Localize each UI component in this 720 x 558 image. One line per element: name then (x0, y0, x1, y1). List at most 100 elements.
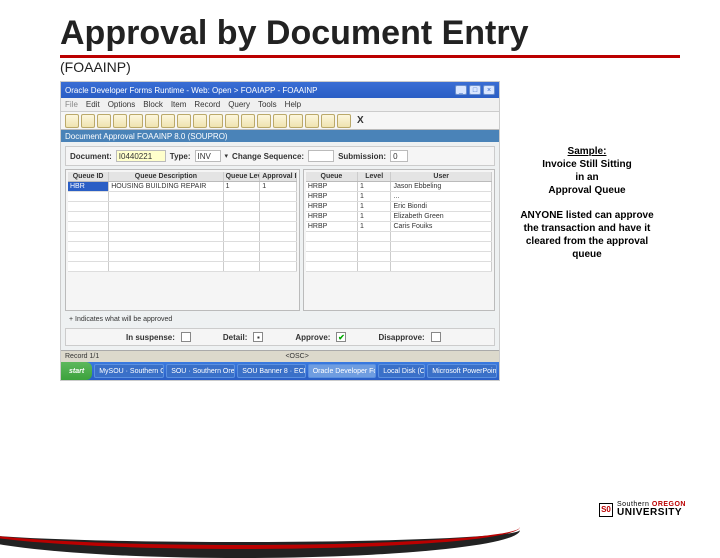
change-seq-field[interactable] (308, 150, 334, 162)
toolbar-icon[interactable] (321, 114, 335, 128)
logo-bottom: UNIVERSITY (617, 508, 686, 518)
toolbar-icon[interactable] (209, 114, 223, 128)
submission-field[interactable]: 0 (390, 150, 408, 162)
col-queue-desc: Queue Description (109, 172, 223, 181)
col-user: User (391, 172, 492, 181)
menu-item[interactable]: Item (171, 100, 187, 109)
toolbar-close-icon[interactable]: X (357, 115, 364, 126)
cell: HRBP (306, 202, 358, 211)
toolbar-icon[interactable] (337, 114, 351, 128)
col-queue-level: Queue Level (224, 172, 261, 181)
toolbar-icon[interactable] (241, 114, 255, 128)
suspense-label: In suspense: (126, 333, 175, 342)
toolbar-icon[interactable] (177, 114, 191, 128)
document-label: Document: (70, 152, 112, 161)
disapprove-checkbox[interactable] (431, 332, 441, 342)
window-title: Oracle Developer Forms Runtime - Web: Op… (65, 86, 317, 95)
taskbar: start MySOU · Southern Or... SOU · South… (61, 362, 499, 380)
slide-subtitle: (FOAAINP) (60, 59, 680, 75)
toolbar-icon[interactable] (81, 114, 95, 128)
detail-button[interactable]: ▪ (253, 332, 263, 342)
table-row[interactable]: HRBP1Jason Ebbeling (306, 182, 492, 192)
menu-block[interactable]: Block (143, 100, 163, 109)
callout-line: Invoice Still Sitting (542, 159, 631, 170)
cell-approval-level: 1 (260, 182, 297, 191)
menu-options[interactable]: Options (108, 100, 136, 109)
toolbar-icon[interactable] (289, 114, 303, 128)
table-row[interactable] (68, 212, 297, 222)
cell: 1 (358, 222, 392, 231)
logo: S0 Southern OREGON UNIVERSITY (599, 501, 686, 518)
cell: 1 (358, 182, 392, 191)
table-row[interactable]: HRBP1... (306, 192, 492, 202)
col-level: Level (358, 172, 392, 181)
table-row[interactable] (68, 252, 297, 262)
callouts: Sample: Invoice Still Sitting in an Appr… (512, 81, 662, 381)
toolbar-icon[interactable] (193, 114, 207, 128)
approve-checkbox[interactable]: ✔ (336, 332, 346, 342)
toolbar-icon[interactable] (225, 114, 239, 128)
suspense-checkbox[interactable] (181, 332, 191, 342)
close-button[interactable]: × (483, 85, 495, 95)
logo-badge: S0 (599, 503, 613, 517)
toolbar-icon[interactable] (113, 114, 127, 128)
toolbar-icon[interactable] (305, 114, 319, 128)
table-row[interactable]: HBR HOUSING BUILDING REPAIR 1 1 (68, 182, 297, 192)
table-row[interactable] (306, 242, 492, 252)
maximize-button[interactable]: □ (469, 85, 481, 95)
minimize-button[interactable]: _ (455, 85, 467, 95)
table-row[interactable] (68, 232, 297, 242)
type-field[interactable]: INV (195, 150, 221, 162)
menu-query[interactable]: Query (228, 100, 250, 109)
taskbar-item[interactable]: Microsoft PowerPoint ... (427, 364, 497, 378)
table-row[interactable] (306, 232, 492, 242)
document-field[interactable]: I0440221 (116, 150, 166, 162)
approval-note: + Indicates what will be approved (65, 314, 495, 325)
toolbar-icon[interactable] (273, 114, 287, 128)
taskbar-item[interactable]: Local Disk (C:) (378, 364, 425, 378)
params-panel: Document: I0440221 Type: INV ▾ Change Se… (65, 146, 495, 166)
start-button[interactable]: start (61, 362, 92, 380)
menu-help[interactable]: Help (285, 100, 301, 109)
table-row[interactable] (68, 192, 297, 202)
cell: 1 (358, 202, 392, 211)
table-row[interactable] (306, 262, 492, 272)
table-row[interactable] (68, 242, 297, 252)
table-row[interactable] (68, 222, 297, 232)
table-row[interactable] (68, 262, 297, 272)
taskbar-item[interactable]: Oracle Developer For... (308, 364, 376, 378)
cell-queue-level: 1 (224, 182, 261, 191)
menu-record[interactable]: Record (194, 100, 220, 109)
cell-queue-desc: HOUSING BUILDING REPAIR (109, 182, 223, 191)
cell: Eric Biondi (391, 202, 492, 211)
left-grid: Queue ID Queue Description Queue Level A… (65, 169, 300, 311)
detail-label: Detail: (223, 333, 247, 342)
table-row[interactable] (306, 252, 492, 262)
callout-text: ANYONE listed can approve the transactio… (520, 210, 653, 260)
menu-tools[interactable]: Tools (258, 100, 277, 109)
table-row[interactable] (68, 202, 297, 212)
toolbar-icon[interactable] (65, 114, 79, 128)
taskbar-item[interactable]: MySOU · Southern Or... (94, 364, 164, 378)
callout-line: in an (575, 172, 598, 183)
callout-heading: Sample: (512, 145, 662, 158)
toolbar-icon[interactable] (97, 114, 111, 128)
table-row[interactable]: HRBP1Elizabeth Green (306, 212, 492, 222)
status-mid: <OSC> (285, 353, 308, 360)
swoosh-decoration (0, 502, 520, 528)
table-row[interactable]: HRBP1Eric Biondi (306, 202, 492, 212)
menu-file[interactable]: File (65, 100, 78, 109)
taskbar-item[interactable]: SOU Banner 8 · ECH... (237, 364, 305, 378)
toolbar-icon[interactable] (145, 114, 159, 128)
menu-edit[interactable]: Edit (86, 100, 100, 109)
taskbar-item[interactable]: SOU · Southern Oreg... (166, 364, 235, 378)
controls-panel: In suspense: Detail: ▪ Approve: ✔ Disapp… (65, 328, 495, 346)
cell: ... (391, 192, 492, 201)
toolbar-icon[interactable] (129, 114, 143, 128)
menu-bar: File Edit Options Block Item Record Quer… (61, 98, 499, 112)
table-row[interactable]: HRBP1Caris Fouiks (306, 222, 492, 232)
toolbar-icon[interactable] (257, 114, 271, 128)
window-titlebar[interactable]: Oracle Developer Forms Runtime - Web: Op… (61, 82, 499, 98)
cell: 1 (358, 212, 392, 221)
toolbar-icon[interactable] (161, 114, 175, 128)
